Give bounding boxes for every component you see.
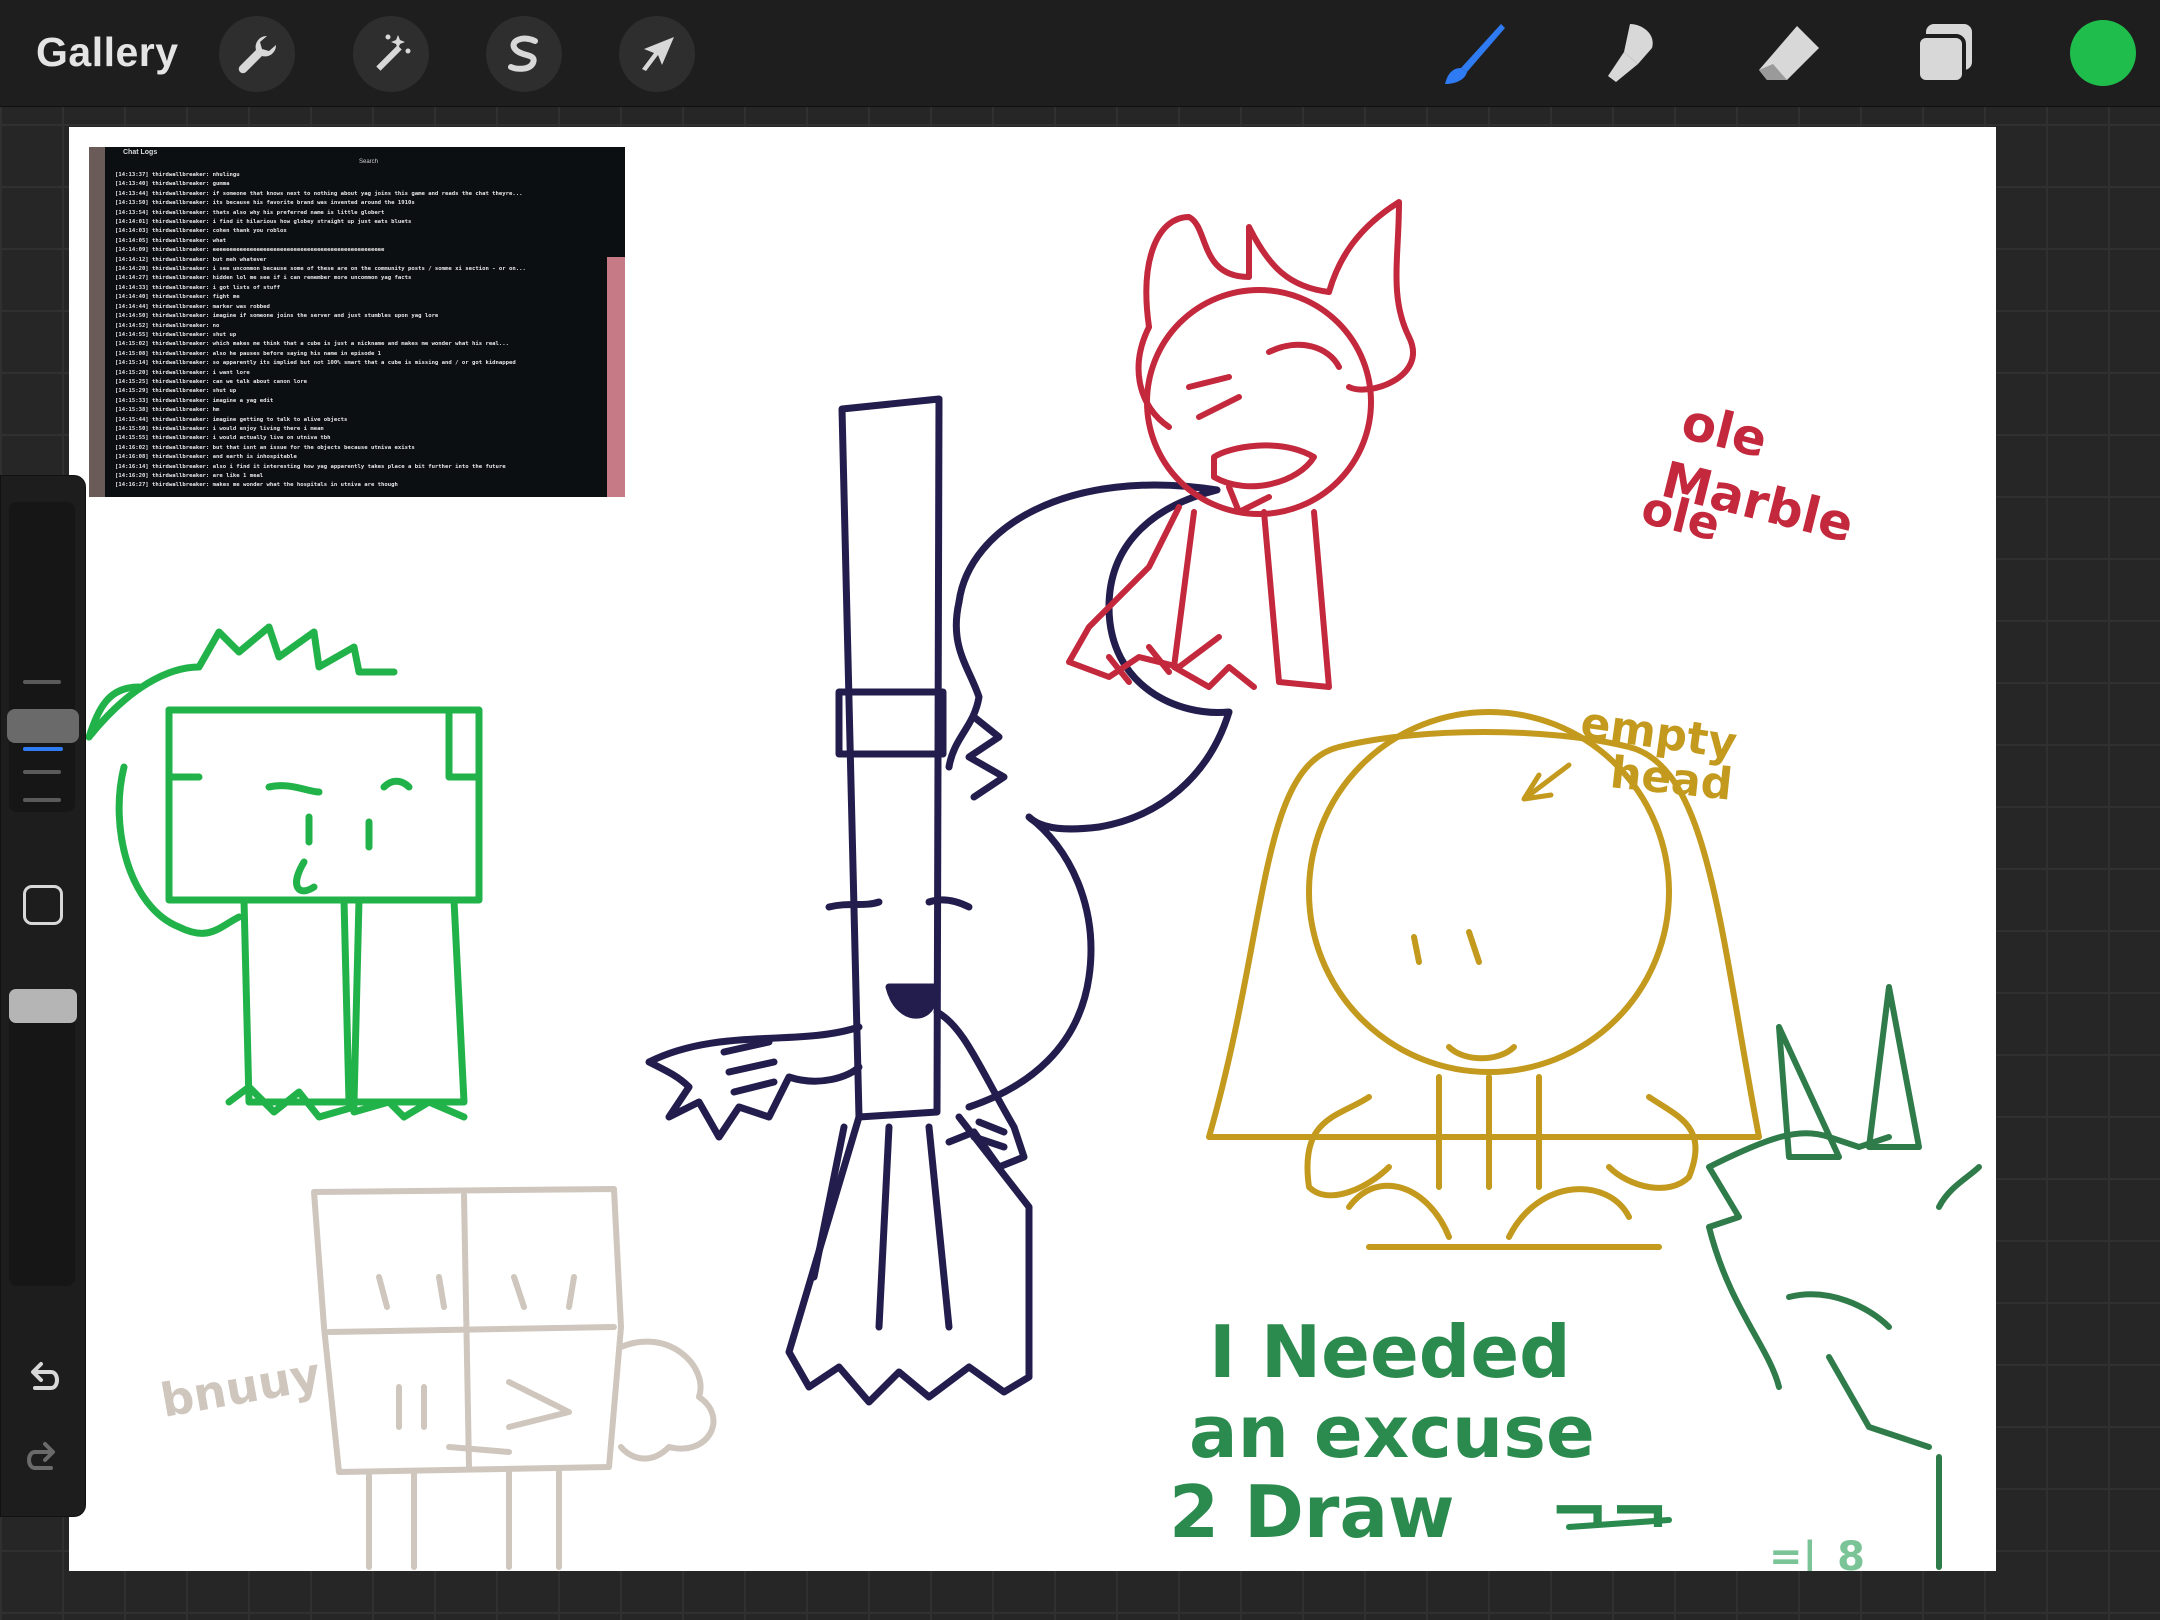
layers-button[interactable] [1910, 18, 1982, 90]
needed-line-3: 2 Draw [1169, 1470, 1455, 1554]
bnuuy-label: bnuuy [157, 1347, 325, 1428]
brush-icon [1445, 24, 1505, 84]
empty-head-arrow [1521, 762, 1572, 802]
green-block-creature [85, 623, 483, 1121]
selection-button[interactable] [486, 16, 562, 92]
needed-emote: ¬¬ [1549, 1470, 1670, 1554]
brush-opacity-slider[interactable] [9, 996, 75, 1286]
brush-size-slider[interactable] [9, 502, 75, 812]
wrench-icon [238, 35, 277, 74]
top-toolbar: Gallery [0, 0, 2160, 107]
drawing-canvas[interactable]: Chat Logs Search [14:13:37] thirdwallbre… [69, 127, 1996, 1571]
smudge-icon [1608, 24, 1653, 82]
size-tick-active [23, 747, 63, 751]
actions-wrench-button[interactable] [219, 16, 295, 92]
needed-line-2: an excuse [1189, 1390, 1595, 1474]
color-picker-button[interactable] [2070, 20, 2136, 86]
magic-wand-icon [376, 34, 411, 71]
transform-arrow-icon [642, 37, 674, 71]
adjustments-wand-button[interactable] [353, 16, 429, 92]
brush-sidebar [0, 475, 86, 1517]
smudge-tool-button[interactable] [1594, 18, 1666, 90]
redo-button[interactable] [21, 1436, 65, 1480]
size-tick [23, 770, 61, 774]
sketch-layer: ole Marble ole empty head =|_8 bnuuy I N… [85, 199, 1982, 1571]
red-ole-marble-creature [1066, 199, 1416, 690]
undo-button[interactable] [21, 1356, 65, 1400]
redo-icon [27, 1442, 55, 1470]
eraser-icon [1759, 26, 1819, 80]
transform-button[interactable] [619, 16, 695, 92]
needed-line-1: I Needed [1209, 1310, 1571, 1394]
brush-opacity-thumb[interactable] [9, 989, 77, 1023]
eraser-tool-button[interactable] [1753, 18, 1825, 90]
undo-icon [31, 1362, 59, 1390]
size-tick [23, 798, 61, 802]
beige-bnuuy-drawing [311, 1186, 717, 1570]
signature-label: =|_8 [1769, 1534, 1865, 1571]
brush-size-thumb[interactable] [7, 709, 79, 743]
modify-button[interactable] [23, 885, 63, 925]
layers-icon [1916, 24, 1972, 84]
gallery-button[interactable]: Gallery [36, 24, 179, 80]
brush-tool-button[interactable] [1437, 18, 1509, 90]
selection-s-icon [508, 35, 538, 72]
size-tick [23, 680, 61, 684]
navy-broom-character [645, 395, 1233, 1406]
